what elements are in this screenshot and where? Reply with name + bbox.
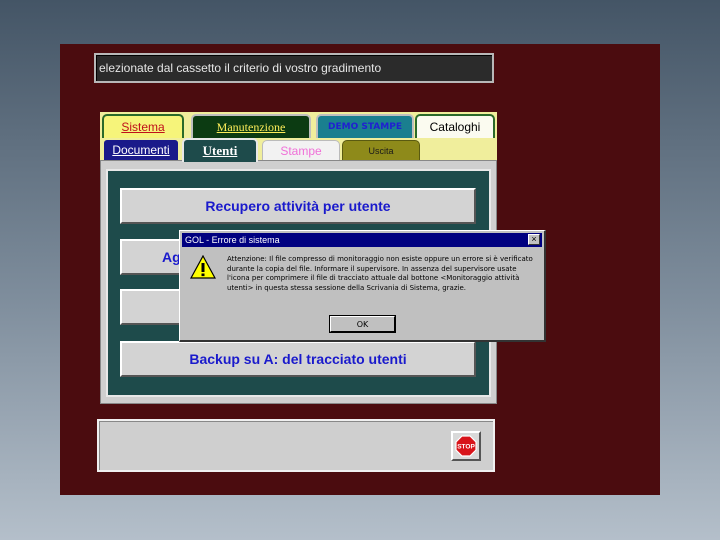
second-action-label: Ag <box>162 249 181 265</box>
stop-text: STOP <box>457 444 475 451</box>
tab-documenti-label: Documenti <box>112 143 170 157</box>
warning-icon <box>190 255 216 279</box>
dialog-titlebar: GOL - Errore di sistema × <box>182 233 542 247</box>
dialog-title: GOL - Errore di sistema <box>185 235 280 245</box>
hint-bar: elezionate dal cassetto il criterio di v… <box>94 53 494 83</box>
stop-icon: STOP <box>455 435 477 457</box>
ok-button-label: OK <box>356 319 369 329</box>
recupero-attivita-label: Recupero attività per utente <box>205 198 391 214</box>
tab-uscita[interactable]: Uscita <box>342 140 420 160</box>
tab-demo-stampe-label: DEMO STAMPE <box>328 122 402 132</box>
backup-utenti-label: Backup su A: del tracciato utenti <box>189 351 407 367</box>
tab-utenti-label: Utenti <box>202 143 238 158</box>
tab-documenti[interactable]: Documenti <box>102 138 180 160</box>
backup-utenti-button[interactable]: Backup su A: del tracciato utenti <box>120 341 476 377</box>
stop-button[interactable]: STOP <box>451 431 481 461</box>
error-dialog: GOL - Errore di sistema × Attenzione: Il… <box>179 230 546 342</box>
tab-stampe-label: Stampe <box>280 143 322 158</box>
tab-cataloghi-label: Cataloghi <box>429 120 481 134</box>
tab-sistema-label: Sistema <box>121 120 165 134</box>
tab-manutenzione[interactable]: Manutenzione <box>191 114 311 138</box>
dialog-close-button[interactable]: × <box>528 234 540 245</box>
dialog-message: Attenzione: Il file compresso di monitor… <box>227 255 533 292</box>
ok-button[interactable]: OK <box>329 315 396 333</box>
tab-stampe[interactable]: Stampe <box>262 140 340 160</box>
tab-utenti[interactable]: Utenti <box>182 138 258 162</box>
tab-cataloghi[interactable]: Cataloghi <box>415 114 495 138</box>
recupero-attivita-button[interactable]: Recupero attività per utente <box>120 188 476 224</box>
bottom-bar: STOP <box>97 419 495 472</box>
tab-uscita-label: Uscita <box>368 145 394 156</box>
tab-demo-stampe[interactable]: DEMO STAMPE <box>316 114 414 138</box>
tab-sistema[interactable]: Sistema <box>102 114 184 138</box>
tab-manutenzione-label: Manutenzione <box>216 119 286 134</box>
